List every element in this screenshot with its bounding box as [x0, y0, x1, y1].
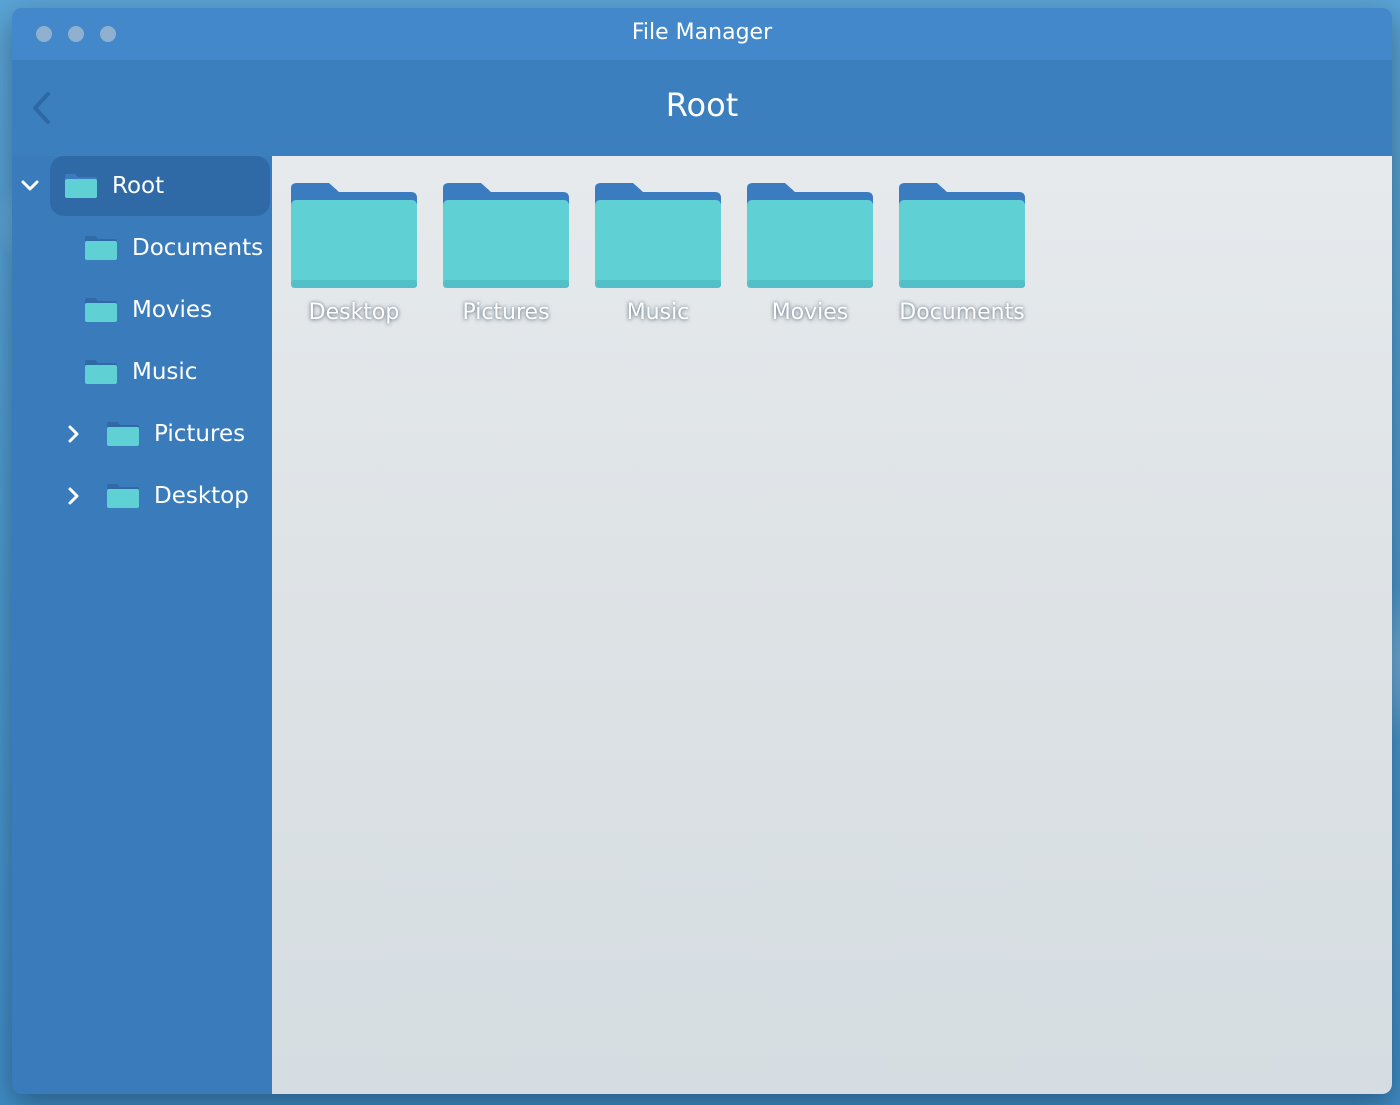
folder-tile-pictures[interactable]: Pictures [440, 180, 572, 325]
header-bar: Root [12, 60, 1392, 156]
file-manager-window: File Manager Root Root Documents Movies … [12, 8, 1392, 1094]
folder-tile-label: Documents [899, 300, 1025, 325]
folder-tile-label: Music [626, 300, 690, 325]
folder-tile-desktop[interactable]: Desktop [288, 180, 420, 325]
folder-icon [106, 483, 140, 509]
sidebar-item-label: Root [112, 173, 165, 199]
folder-icon [106, 421, 140, 447]
folder-icon [64, 173, 98, 199]
sidebar-item-label: Movies [132, 297, 213, 323]
folder-icon [595, 183, 721, 288]
chevron-right-icon[interactable] [64, 424, 84, 444]
folder-tile-documents[interactable]: Documents [896, 180, 1028, 325]
sidebar-item-movies[interactable]: Movies [84, 280, 212, 340]
sidebar-item-documents[interactable]: Documents [84, 218, 263, 278]
sidebar-item-music[interactable]: Music [84, 342, 197, 402]
sidebar-item-label: Pictures [154, 421, 246, 447]
folder-grid: Desktop Pictures Music Movies Documents [272, 156, 1392, 1094]
title-bar[interactable]: File Manager [12, 8, 1392, 60]
window-title: File Manager [631, 20, 773, 45]
folder-tile-label: Desktop [308, 300, 400, 325]
folder-icon [84, 297, 118, 323]
folder-icon [443, 183, 569, 288]
folder-tile-label: Movies [771, 300, 849, 325]
sidebar-item-label: Music [132, 359, 198, 385]
folder-tile-movies[interactable]: Movies [744, 180, 876, 325]
folder-tile-music[interactable]: Music [592, 180, 724, 325]
folder-icon [291, 183, 417, 288]
sidebar: Root Documents Movies Music Pictures Des… [12, 156, 272, 1094]
sidebar-item-desktop[interactable]: Desktop [64, 466, 249, 526]
page-title: Root [665, 86, 739, 124]
sidebar-item-label: Desktop [154, 483, 249, 509]
sidebar-item-pictures[interactable]: Pictures [64, 404, 245, 464]
chevron-right-icon[interactable] [64, 486, 84, 506]
sidebar-item-label: Documents [132, 235, 264, 261]
chevron-down-icon[interactable] [20, 176, 40, 196]
folder-icon [899, 183, 1025, 288]
sidebar-item-root[interactable]: Root [21, 156, 270, 216]
folder-tile-label: Pictures [462, 300, 550, 325]
folder-icon [84, 235, 118, 261]
folder-icon [84, 359, 118, 385]
folder-icon [747, 183, 873, 288]
